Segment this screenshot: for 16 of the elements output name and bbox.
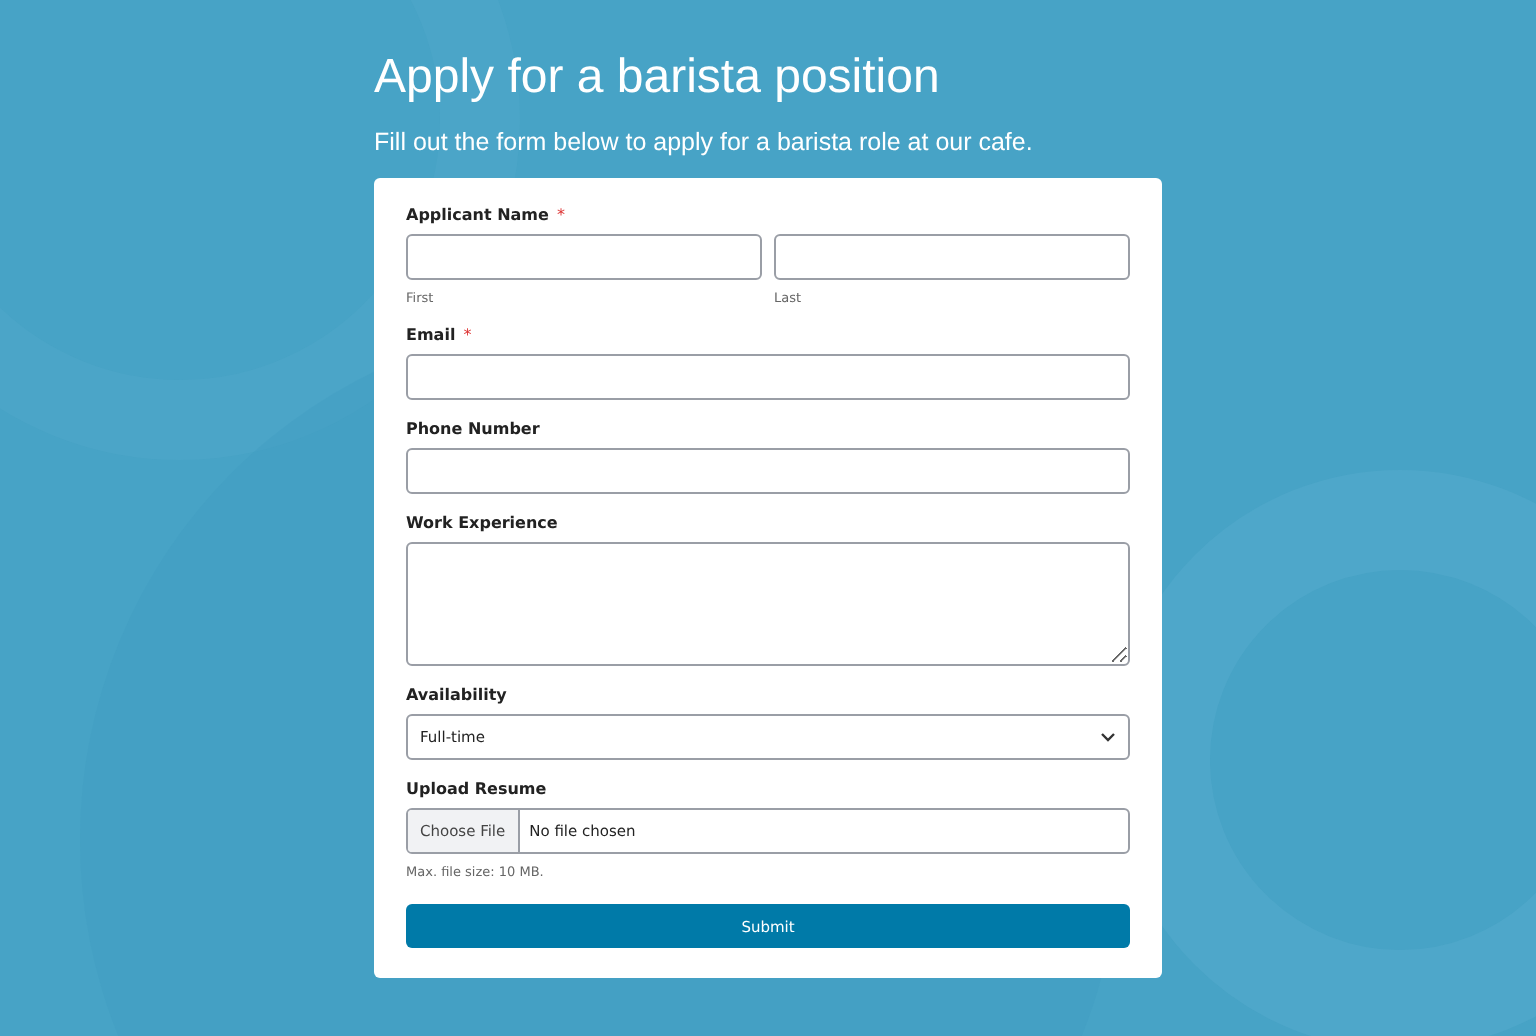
page-title: Apply for a barista position: [374, 48, 942, 108]
field-label: Work Experience: [406, 514, 558, 532]
page-subtitle: Fill out the form below to apply for a barista role at our cafe.: [374, 128, 1035, 156]
required-mark: *: [556, 206, 565, 224]
chevron-icon: [1100, 732, 1116, 742]
input-field[interactable]: [406, 354, 1130, 400]
text-area[interactable]: [406, 542, 1130, 666]
field-label: Availability: [406, 686, 507, 704]
required-mark: *: [463, 326, 472, 344]
field-label: Email: [406, 326, 456, 344]
input-field[interactable]: [406, 448, 1130, 494]
field-label: Upload Resume: [406, 780, 547, 798]
field-label: Applicant Name: [406, 206, 549, 224]
input-field[interactable]: [406, 234, 762, 280]
field-label: Phone Number: [406, 420, 540, 438]
input-field[interactable]: [774, 234, 1130, 280]
